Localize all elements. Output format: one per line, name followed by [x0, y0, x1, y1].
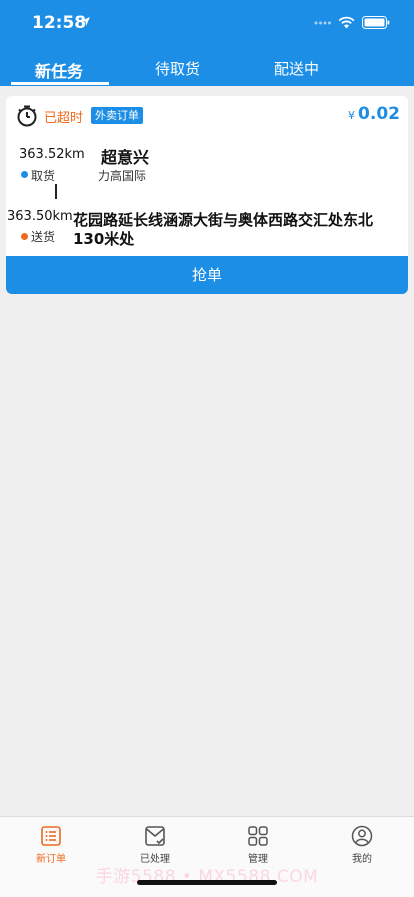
- wifi-icon: [338, 16, 355, 29]
- tabbar-processed[interactable]: 已处理: [125, 825, 185, 865]
- delivery-address: 花园路延长线涵源大街与奥体西路交汇处东北130米处: [73, 211, 374, 248]
- price-value: 0.02: [358, 104, 400, 124]
- tab-pending-pickup[interactable]: 待取货: [155, 58, 200, 79]
- status-time: 12:58: [32, 13, 87, 33]
- tab-delivering[interactable]: 配送中: [274, 58, 319, 79]
- order-card[interactable]: 已超时 外卖订单 ¥0.02 363.52km 取货 超意兴 力高国际 363.…: [6, 96, 408, 294]
- status-bar: 12:58: [0, 0, 414, 46]
- route-connector: [55, 184, 57, 199]
- pickup-store-location: 力高国际: [98, 169, 147, 183]
- pickup-distance: 363.52km: [19, 147, 85, 162]
- home-indicator[interactable]: [137, 880, 277, 885]
- grab-order-button[interactable]: 抢单: [6, 256, 408, 294]
- pickup-label: 取货: [31, 169, 56, 183]
- list-icon: [41, 826, 61, 846]
- signal-icon: [314, 21, 331, 25]
- stopwatch-icon: [17, 105, 37, 127]
- delivery-distance: 363.50km: [7, 209, 73, 224]
- order-type-badge: 外卖订单: [91, 107, 143, 124]
- pickup-dot: [21, 171, 28, 178]
- delivery-label: 送货: [31, 230, 56, 244]
- delivery-dot: [21, 233, 28, 240]
- envelope-check-icon: [145, 826, 165, 846]
- tab-new-tasks[interactable]: 新任务: [35, 58, 83, 82]
- user-icon: [351, 825, 373, 847]
- grid-icon: [248, 826, 268, 846]
- order-tabs: 新任务 待取货 配送中: [0, 48, 414, 86]
- active-tab-indicator: [11, 82, 109, 85]
- pickup-store-name: 超意兴: [101, 148, 150, 167]
- order-price: ¥0.02: [348, 104, 400, 124]
- battery-icon: [362, 16, 390, 29]
- tabbar-mine[interactable]: 我的: [332, 825, 392, 865]
- tabbar-new-orders[interactable]: 新订单: [21, 825, 81, 865]
- currency-symbol: ¥: [348, 109, 356, 122]
- location-arrow-icon: [81, 17, 90, 26]
- tabbar-manage[interactable]: 管理: [228, 825, 288, 865]
- header: 12:58 新任务 待取货 配送中: [0, 0, 414, 86]
- overdue-status: 已超时: [44, 111, 84, 126]
